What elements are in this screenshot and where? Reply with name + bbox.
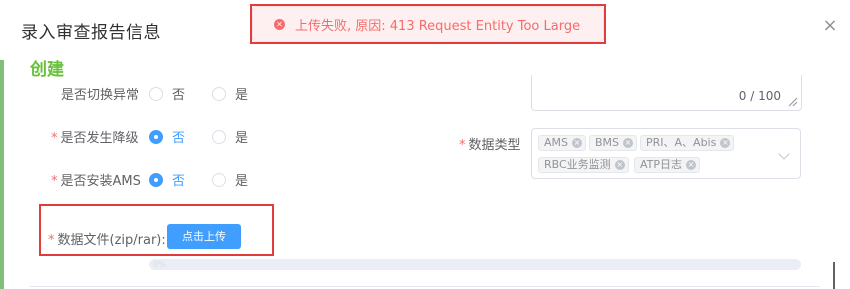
word-count: 0 / 100 <box>738 89 781 103</box>
switch-abnormal-radio-no[interactable]: 否 <box>149 84 185 103</box>
tag-rbc: RBC业务监测 × <box>538 157 629 173</box>
tag-bms: BMS × <box>589 135 638 151</box>
required-mark: * <box>459 138 466 153</box>
radio-checked-icon <box>149 172 163 187</box>
scrollbar[interactable] <box>833 262 835 289</box>
tag-close-icon[interactable]: × <box>572 138 582 148</box>
tag-atp-log: ATP日志 × <box>634 157 701 173</box>
section-heading: 创建 <box>30 60 64 80</box>
radio-label: 否 <box>172 88 186 103</box>
tag-close-icon[interactable]: × <box>686 160 697 170</box>
resize-handle-icon[interactable] <box>788 97 798 107</box>
degradation-radio-no[interactable]: 否 <box>149 127 185 146</box>
switch-abnormal-radio-yes[interactable]: 是 <box>212 84 248 103</box>
degradation-label: * 是否发生降级 <box>51 131 139 146</box>
switch-abnormal-label: 是否切换异常 <box>61 88 140 103</box>
radio-label: 是 <box>235 131 249 146</box>
degradation-radio-yes[interactable]: 是 <box>212 127 248 146</box>
radio-circle-icon <box>212 86 226 101</box>
tag-ams: AMS × <box>538 135 586 151</box>
close-icon[interactable]: × <box>822 17 838 35</box>
radio-circle-icon <box>212 172 226 187</box>
install-ams-label: * 是否安装AMS <box>51 174 141 189</box>
highlight-box-toast <box>250 4 606 44</box>
radio-circle-icon <box>212 129 226 144</box>
tag-pri-a-abis: PRI、A、Abis × <box>640 135 735 151</box>
highlight-box-upload <box>39 204 274 256</box>
dialog-title: 录入审查报告信息 <box>21 23 161 43</box>
install-ams-radio-no[interactable]: 否 <box>149 170 185 189</box>
data-type-select[interactable]: AMS × BMS × PRI、A、Abis × RBC业务监测 × ATP日志… <box>531 128 801 179</box>
chevron-down-icon[interactable] <box>778 148 790 160</box>
radio-circle-icon <box>149 86 163 101</box>
tag-close-icon[interactable]: × <box>614 160 625 170</box>
required-mark: * <box>51 174 58 189</box>
radio-label: 否 <box>172 131 186 146</box>
radio-label: 是 <box>235 174 249 189</box>
remark-textarea[interactable]: 0 / 100 <box>531 75 802 111</box>
divider <box>30 286 820 287</box>
data-type-label: * 数据类型 <box>459 138 521 153</box>
required-mark: * <box>51 131 58 146</box>
tag-close-icon[interactable]: × <box>623 138 634 148</box>
tag-close-icon[interactable]: × <box>720 138 731 148</box>
upload-progress-bar <box>149 259 801 270</box>
radio-label: 是 <box>235 88 249 103</box>
left-edge-strip <box>0 60 4 289</box>
upload-progress-text: 0% <box>153 260 166 269</box>
radio-label: 否 <box>172 174 186 189</box>
install-ams-radio-yes[interactable]: 是 <box>212 170 248 189</box>
radio-checked-icon <box>149 129 163 144</box>
